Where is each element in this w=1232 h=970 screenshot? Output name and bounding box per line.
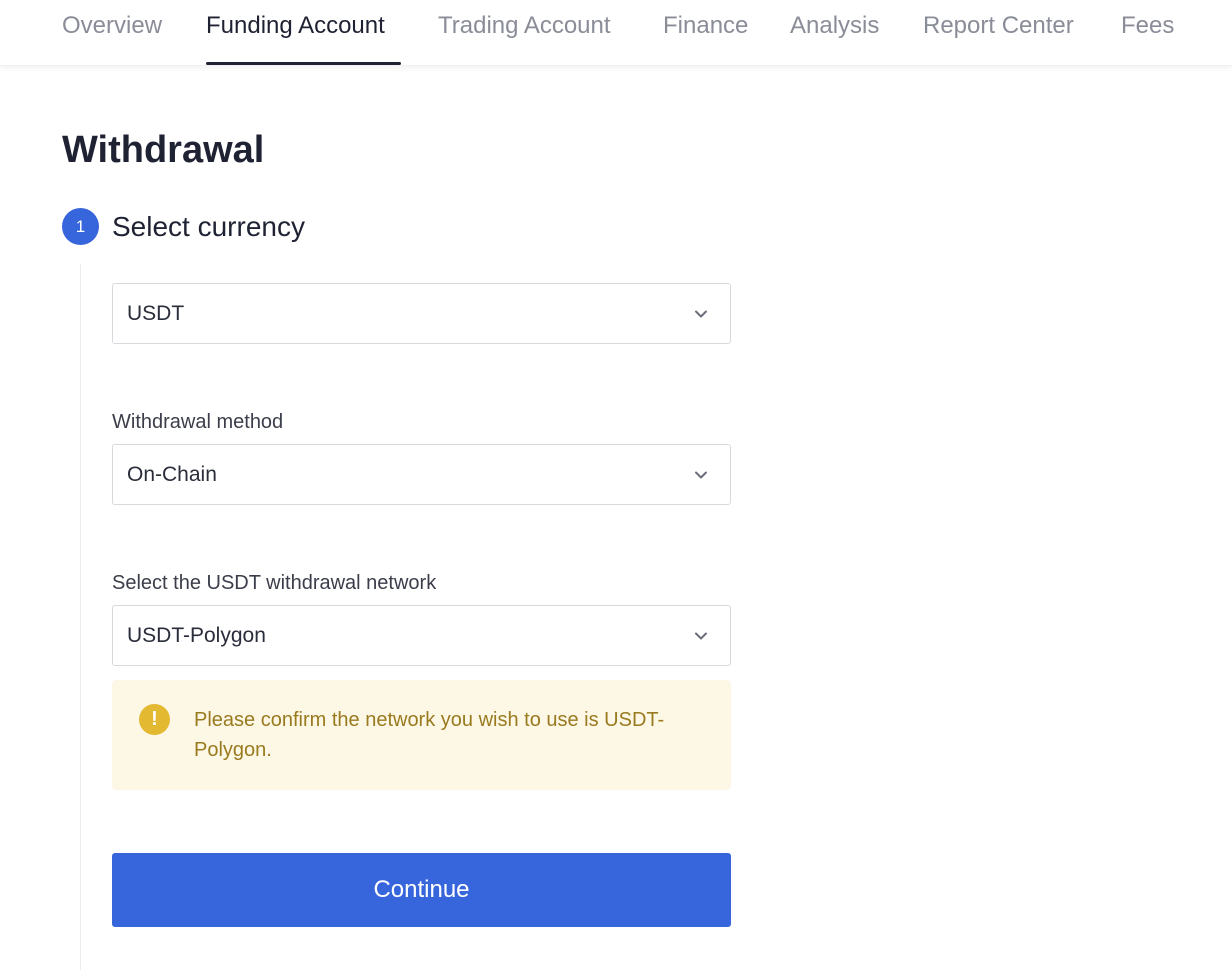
currency-select[interactable]: USDT (112, 283, 731, 344)
withdrawal-network-select[interactable]: USDT-Polygon (112, 605, 731, 666)
tab-fees[interactable]: Fees (1121, 12, 1174, 40)
chevron-down-icon (695, 471, 707, 479)
currency-select-value: USDT (127, 302, 185, 325)
page-title: Withdrawal (62, 129, 265, 171)
top-navigation: Overview Funding Account Trading Account… (0, 0, 1232, 66)
step-connector-line (80, 264, 81, 970)
network-confirmation-notice: ! Please confirm the network you wish to… (112, 680, 731, 790)
tab-funding-account[interactable]: Funding Account (206, 12, 385, 40)
withdrawal-network-value: USDT-Polygon (127, 624, 266, 647)
step-title: Select currency (112, 211, 305, 242)
tab-trading-account[interactable]: Trading Account (438, 12, 611, 40)
withdrawal-network-label: Select the USDT withdrawal network (112, 572, 437, 594)
step-number-badge: 1 (62, 208, 99, 245)
continue-button[interactable]: Continue (112, 853, 731, 927)
tab-report-center[interactable]: Report Center (923, 12, 1074, 40)
tab-overview[interactable]: Overview (62, 12, 162, 40)
notice-text: Please confirm the network you wish to u… (194, 709, 665, 761)
withdrawal-method-select[interactable]: On-Chain (112, 444, 731, 505)
warning-icon: ! (139, 704, 170, 735)
withdrawal-method-value: On-Chain (127, 463, 217, 486)
tab-analysis[interactable]: Analysis (790, 12, 879, 40)
tab-finance[interactable]: Finance (663, 12, 748, 40)
chevron-down-icon (695, 632, 707, 640)
active-tab-indicator (206, 62, 401, 65)
withdrawal-method-label: Withdrawal method (112, 411, 284, 433)
chevron-down-icon (695, 310, 707, 318)
